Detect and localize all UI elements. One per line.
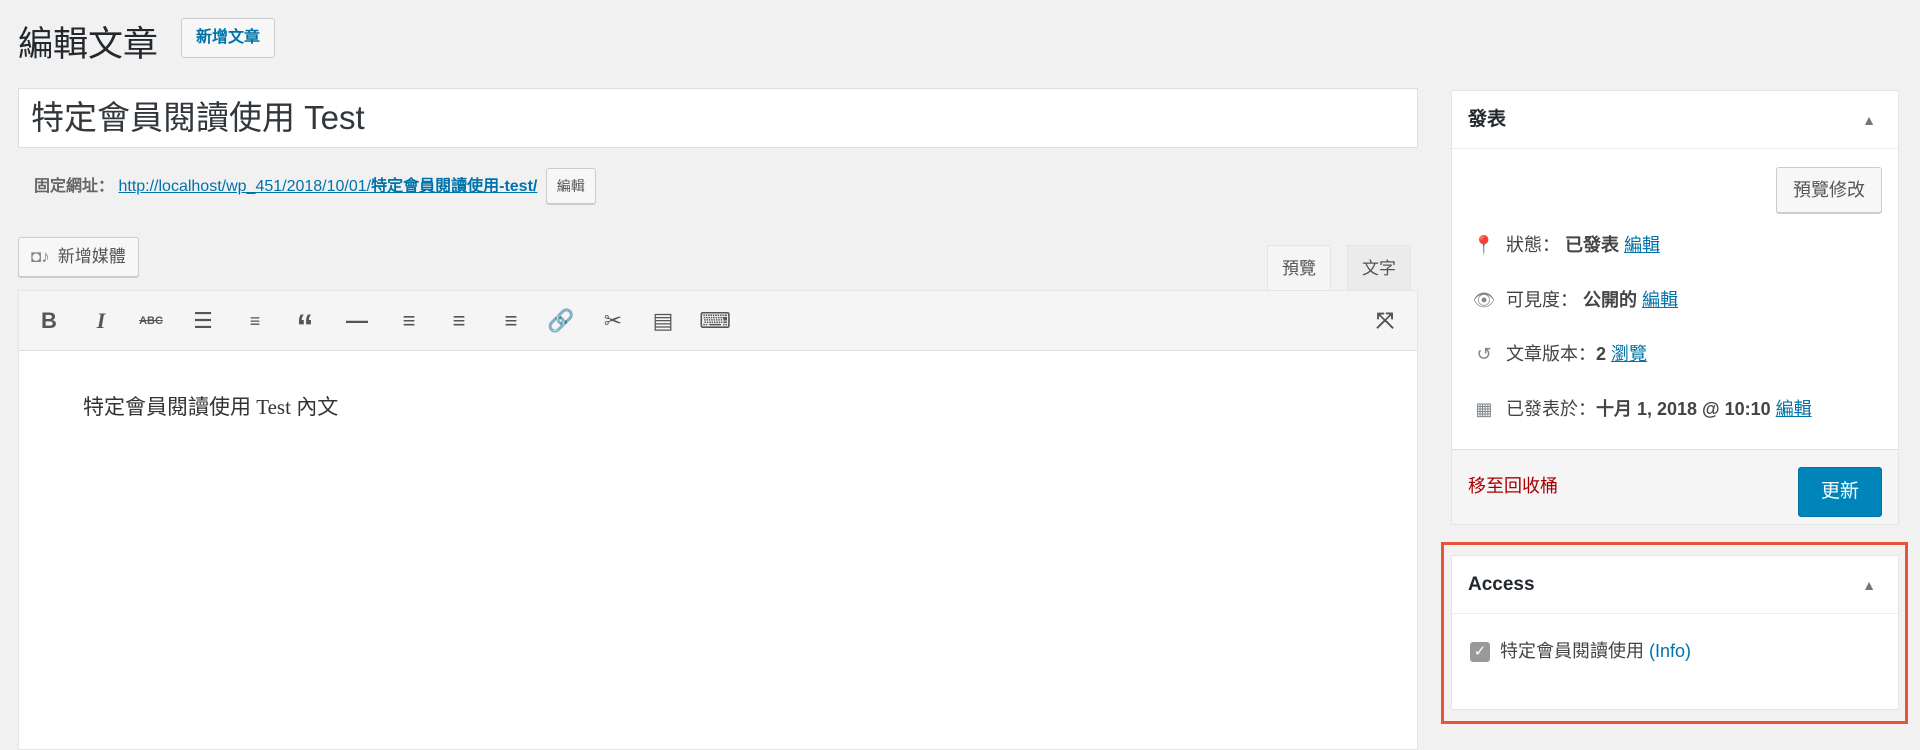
add-new-post-button[interactable]: 新增文章 [181, 18, 276, 58]
permalink: 固定網址： http://localhost/wp_451/2018/10/01… [34, 168, 596, 204]
calendar-icon: ▦ [1475, 399, 1493, 419]
publish-box: 發表 ▲ 預覽修改 📍 狀態： 已發表 編輯 👁 可見度： 公開的 編輯 ↺ 文章版本：… [1451, 90, 1899, 525]
access-header[interactable]: Access ▲ [1452, 556, 1898, 614]
move-to-trash-link[interactable]: 移至回收桶 [1468, 472, 1558, 498]
published-row: ▦ 已發表於：十月 1, 2018 @ 10:10 編輯 [1470, 396, 1812, 422]
permalink-link[interactable]: http://localhost/wp_451/2018/10/01/特定會員閱… [118, 178, 537, 195]
status-row: 📍 狀態： 已發表 編輯 [1470, 232, 1660, 258]
fullscreen-icon[interactable]: ⤧ [1369, 305, 1401, 337]
editor-toolbar: B I ABC ☰ ≡ “ — ≡ ≡ ≡ 🔗 ✂ ▤ ⌨ ⤧ [19, 291, 1417, 351]
align-left-icon[interactable]: ≡ [393, 305, 425, 337]
collapse-arrow-icon[interactable]: ▲ [1862, 91, 1876, 149]
publish-title: 發表 [1468, 109, 1507, 130]
access-checkbox[interactable]: ✓ [1470, 642, 1490, 663]
access-option-label: 特定會員閱讀使用 [1500, 641, 1644, 661]
add-media-button[interactable]: ◘♪ 新增媒體 [18, 237, 139, 277]
publish-actions: 移至回收桶 更新 [1452, 449, 1898, 524]
bullet-list-icon[interactable]: ☰ [187, 305, 219, 337]
visibility-edit-link[interactable]: 編輯 [1642, 290, 1678, 310]
collapse-arrow-icon[interactable]: ▲ [1862, 556, 1876, 614]
toolbar-toggle-icon[interactable]: ⌨ [699, 305, 731, 337]
access-title: Access [1468, 574, 1535, 595]
eye-icon: 👁 [1472, 290, 1496, 310]
post-title-input[interactable]: 特定會員閱讀使用 Test [18, 88, 1418, 148]
access-info-link[interactable]: (Info) [1649, 641, 1691, 661]
unlink-icon[interactable]: ✂ [597, 305, 629, 337]
permalink-label: 固定網址： [34, 178, 115, 195]
revisions-row: ↺ 文章版本：2 瀏覽 [1470, 341, 1647, 367]
align-right-icon[interactable]: ≡ [495, 305, 527, 337]
numbered-list-icon[interactable]: ≡ [239, 305, 271, 337]
blockquote-icon[interactable]: “ [289, 305, 321, 346]
editor-content[interactable]: 特定會員閱讀使用 Test 內文 [19, 351, 1417, 461]
publish-header[interactable]: 發表 ▲ [1452, 91, 1898, 149]
access-box: Access ▲ ✓ 特定會員閱讀使用 (Info) [1451, 555, 1899, 710]
horizontal-rule-icon[interactable]: — [341, 305, 373, 337]
tab-visual[interactable]: 預覽 [1267, 245, 1331, 290]
tab-text[interactable]: 文字 [1347, 245, 1411, 290]
history-icon: ↺ [1476, 344, 1492, 364]
visibility-row: 👁 可見度： 公開的 編輯 [1470, 287, 1678, 313]
revisions-browse-link[interactable]: 瀏覽 [1611, 344, 1647, 364]
permalink-url: http://localhost/wp_451/2018/10/01/ [118, 178, 372, 195]
access-option: ✓ 特定會員閱讀使用 (Info) [1470, 638, 1691, 664]
published-edit-link[interactable]: 編輯 [1776, 399, 1812, 419]
preview-changes-button[interactable]: 預覽修改 [1776, 167, 1882, 213]
align-center-icon[interactable]: ≡ [443, 305, 475, 337]
permalink-edit-button[interactable]: 編輯 [545, 168, 596, 204]
page-title: 編輯文章 [18, 25, 159, 64]
add-media-label: 新增媒體 [57, 247, 126, 266]
read-more-icon[interactable]: ▤ [647, 305, 679, 337]
bold-icon[interactable]: B [33, 305, 65, 337]
media-icon: ◘♪ [31, 247, 50, 266]
link-icon[interactable]: 🔗 [545, 305, 577, 337]
pin-icon: 📍 [1472, 235, 1496, 255]
strikethrough-icon[interactable]: ABC [135, 305, 167, 337]
editor: B I ABC ☰ ≡ “ — ≡ ≡ ≡ 🔗 ✂ ▤ ⌨ ⤧ 特定會員閱讀使用… [18, 290, 1418, 750]
italic-icon[interactable]: I [85, 305, 117, 337]
permalink-slug: 特定會員閱讀使用-test/ [371, 178, 538, 195]
status-edit-link[interactable]: 編輯 [1624, 235, 1660, 255]
update-button[interactable]: 更新 [1797, 467, 1882, 517]
